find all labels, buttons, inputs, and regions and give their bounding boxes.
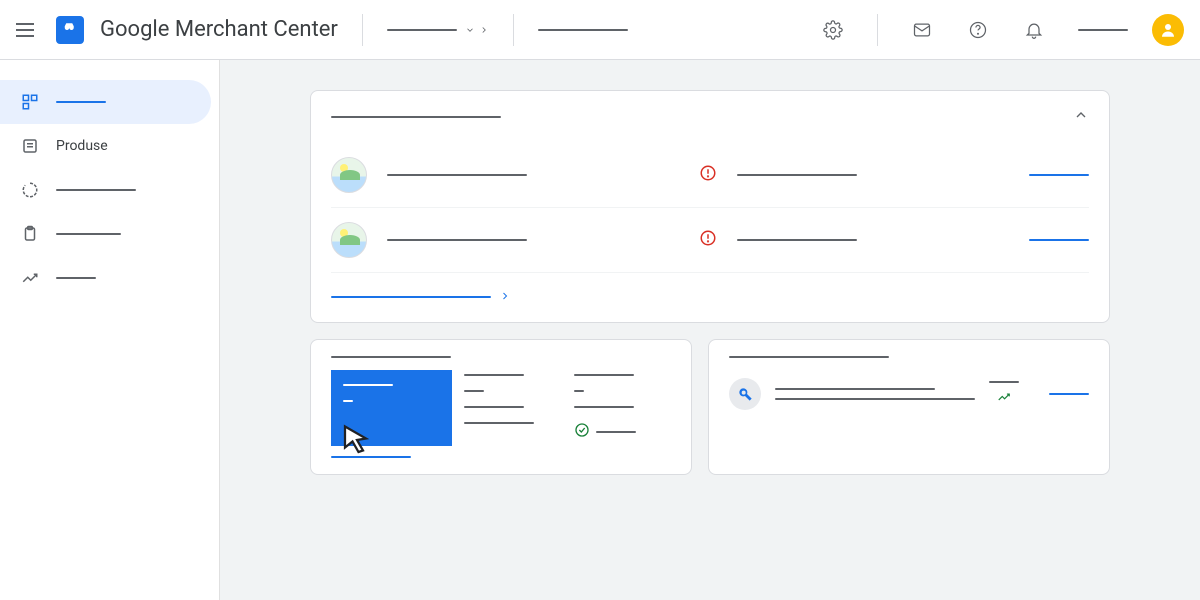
sidebar-item-3[interactable] <box>0 168 211 212</box>
sidebar-item-label <box>56 277 96 279</box>
help-icon[interactable] <box>958 10 998 50</box>
dashboard-icon <box>20 92 40 112</box>
product-row[interactable] <box>331 208 1089 273</box>
cursor-overlay <box>339 422 375 462</box>
alert-icon <box>699 229 717 251</box>
checkmark-icon <box>574 422 590 442</box>
product-thumbnail <box>331 222 367 258</box>
sidebar-item-label <box>56 189 136 191</box>
bell-icon[interactable] <box>1014 10 1054 50</box>
suggestions-card <box>708 339 1110 475</box>
metric-column[interactable] <box>464 374 561 442</box>
metric-column[interactable] <box>574 374 671 442</box>
status-placeholder <box>737 239 857 241</box>
action-link[interactable] <box>1029 174 1089 176</box>
product-thumbnail <box>331 157 367 193</box>
sidebar-item-label: Produse <box>56 138 108 154</box>
circle-icon <box>20 180 40 200</box>
trend-icon <box>20 268 40 288</box>
product-row[interactable] <box>331 143 1089 208</box>
suggestion-row[interactable] <box>729 378 1089 410</box>
sidebar-item-label <box>56 101 106 103</box>
trend-up-icon <box>997 389 1011 408</box>
avatar-icon[interactable] <box>1152 14 1184 46</box>
action-link[interactable] <box>1029 239 1089 241</box>
sidebar: Produse <box>0 60 220 600</box>
app-title: Google Merchant Center <box>100 17 338 42</box>
breadcrumb-placeholder <box>538 29 628 31</box>
metrics-card <box>310 339 692 475</box>
card-title-placeholder <box>729 356 889 358</box>
divider <box>362 14 363 46</box>
sidebar-item-products[interactable]: Produse <box>0 124 211 168</box>
list-icon <box>20 136 40 156</box>
product-name-placeholder <box>387 174 527 176</box>
sidebar-item-label <box>56 233 121 235</box>
wrench-icon <box>729 378 761 410</box>
chevron-right-icon <box>499 287 511 306</box>
overview-card <box>310 90 1110 323</box>
app-logo[interactable] <box>56 16 84 44</box>
mail-icon[interactable] <box>902 10 942 50</box>
card-title-placeholder <box>331 356 451 358</box>
app-header: Google Merchant Center <box>0 0 1200 60</box>
main-content <box>220 60 1200 600</box>
divider <box>877 14 878 46</box>
card-title-placeholder <box>331 116 501 118</box>
menu-icon[interactable] <box>16 18 40 42</box>
sidebar-item-overview[interactable] <box>0 80 211 124</box>
alert-icon <box>699 164 717 186</box>
sidebar-item-4[interactable] <box>0 212 211 256</box>
view-all-link[interactable] <box>331 287 1089 306</box>
suggestion-link[interactable] <box>1049 393 1089 395</box>
chevron-up-icon[interactable] <box>1073 107 1089 127</box>
sidebar-item-5[interactable] <box>0 256 211 300</box>
divider <box>513 14 514 46</box>
account-selector[interactable] <box>387 25 489 35</box>
clipboard-icon <box>20 224 40 244</box>
status-placeholder <box>737 174 857 176</box>
account-label-placeholder <box>1078 29 1128 31</box>
product-name-placeholder <box>387 239 527 241</box>
gear-icon[interactable] <box>813 10 853 50</box>
